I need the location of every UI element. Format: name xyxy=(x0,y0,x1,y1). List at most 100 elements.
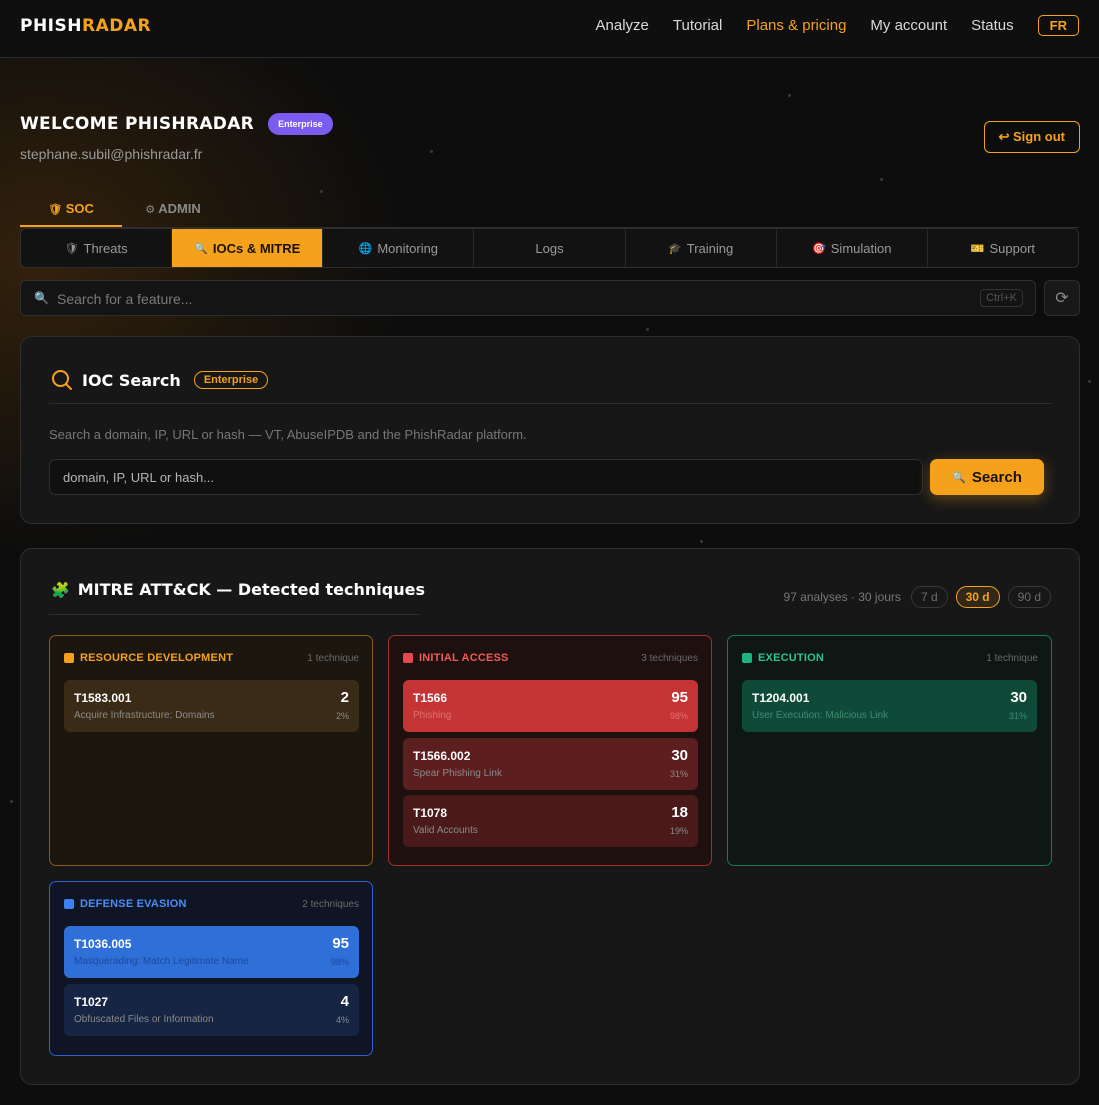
technique-count: 2 xyxy=(340,689,349,706)
technique-percent: 98% xyxy=(330,957,349,967)
technique-card[interactable]: T1583.001 Acquire Infrastructure: Domain… xyxy=(64,680,359,732)
nav-tutorial[interactable]: Tutorial xyxy=(673,17,722,34)
technique-card[interactable]: T1566.002 Spear Phishing Link 30 31% xyxy=(403,738,698,790)
nav-plans-pricing[interactable]: Plans & pricing xyxy=(746,17,846,34)
technique-percent: 98% xyxy=(669,711,688,721)
sign-out-button[interactable]: ↩ Sign out xyxy=(983,121,1080,153)
logo-text-phish: PHISH xyxy=(20,16,82,36)
technique-count: 30 xyxy=(671,747,688,764)
tactic-name: EXECUTION xyxy=(758,652,824,664)
subtab-simulation[interactable]: 🎯 Simulation xyxy=(777,229,928,267)
tactic-header: RESOURCE DEVELOPMENT 1 technique xyxy=(64,652,359,664)
period-30d-button[interactable]: 30 d xyxy=(955,586,1000,608)
tactic-header: EXECUTION 1 technique xyxy=(742,652,1038,664)
ioc-search-button[interactable]: 🔍 Search xyxy=(930,459,1044,495)
logo[interactable]: PHISHRADAR xyxy=(20,16,151,36)
subtab-threats[interactable]: 🛡 Threats xyxy=(21,229,173,267)
tactic-count: 2 techniques xyxy=(302,898,359,910)
gear-icon: ⚙ xyxy=(145,204,156,216)
technique-id: T1566.002 xyxy=(413,749,471,763)
enterprise-badge: Enterprise xyxy=(193,371,269,389)
ioc-search-card: IOC Search Enterprise Search a domain, I… xyxy=(20,336,1080,524)
subtab-simulation-label: Simulation xyxy=(830,240,892,256)
technique-card[interactable]: T1078 Valid Accounts 18 19% xyxy=(403,795,698,847)
search-icon xyxy=(52,370,72,390)
feature-search-input[interactable] xyxy=(57,289,957,309)
technique-id: T1204.001 xyxy=(752,691,810,705)
shield-icon: 🛡 xyxy=(64,242,79,255)
subtab-monitoring-label: Monitoring xyxy=(377,240,439,256)
search-icon: 🔍 xyxy=(34,291,49,305)
tactic-resource-development: RESOURCE DEVELOPMENT 1 technique T1583.0… xyxy=(49,635,373,866)
subtab-support[interactable]: 🎫 Support xyxy=(928,229,1078,267)
top-navigation-bar: PHISHRADAR Analyze Tutorial Plans & pric… xyxy=(0,0,1099,58)
tactic-count: 1 technique xyxy=(307,652,359,664)
tactic-name: RESOURCE DEVELOPMENT xyxy=(80,652,234,664)
logo-text-radar: RADAR xyxy=(81,16,152,36)
technique-name: Masquerading: Match Legitimate Name xyxy=(74,956,249,967)
technique-percent: 4% xyxy=(335,1015,349,1025)
ticket-icon: 🎫 xyxy=(970,242,985,255)
technique-percent: 2% xyxy=(335,711,349,721)
technique-card[interactable]: T1036.005 Masquerading: Match Legitimate… xyxy=(64,926,359,978)
technique-card[interactable]: T1566 Phishing 95 98% xyxy=(403,680,698,732)
technique-card[interactable]: T1204.001 User Execution: Malicious Link… xyxy=(742,680,1037,732)
technique-id: T1036.005 xyxy=(74,937,132,951)
technique-percent: 31% xyxy=(669,769,688,779)
tactic-color-square xyxy=(64,653,74,663)
main-nav: Analyze Tutorial Plans & pricing My acco… xyxy=(596,15,1079,36)
nav-my-account[interactable]: My account xyxy=(870,17,947,34)
technique-id: T1027 xyxy=(74,995,109,1009)
ioc-search-input[interactable] xyxy=(49,459,923,495)
background-dot xyxy=(880,178,883,181)
ioc-search-button-label: Search xyxy=(971,468,1022,486)
refresh-icon: ⟳ xyxy=(1055,290,1069,307)
nav-analyze[interactable]: Analyze xyxy=(596,17,649,34)
sub-tabs: 🛡 Threats 🔍 IOCs & MITRE 🌐 Monitoring Lo… xyxy=(20,228,1079,268)
puzzle-icon: 🧩 xyxy=(51,581,70,599)
technique-name: Acquire Infrastructure: Domains xyxy=(74,710,215,721)
magnifier-icon: 🔍 xyxy=(194,242,208,255)
nav-status[interactable]: Status xyxy=(971,17,1014,34)
technique-name: Phishing xyxy=(413,710,452,721)
tab-soc-label: SOC xyxy=(65,201,94,216)
analyses-stat: 97 analyses · 30 jours xyxy=(783,590,901,604)
tab-soc[interactable]: 🛡 SOC xyxy=(20,196,122,227)
language-toggle[interactable]: FR xyxy=(1037,15,1079,36)
technique-percent: 19% xyxy=(669,826,688,836)
tactic-defense-evasion: DEFENSE EVASION 2 techniques T1036.005 M… xyxy=(49,881,373,1056)
tactic-color-square xyxy=(742,653,752,663)
keyboard-shortcut-hint: Ctrl+K xyxy=(980,289,1023,307)
mitre-header: 🧩 MITRE ATT&CK — Detected techniques xyxy=(51,580,425,599)
subtab-monitoring[interactable]: 🌐 Monitoring xyxy=(323,229,475,267)
subtab-support-label: Support xyxy=(989,240,1036,256)
technique-name: Valid Accounts xyxy=(413,825,478,836)
subtab-iocs-mitre[interactable]: 🔍 IOCs & MITRE xyxy=(172,229,324,267)
background-dot xyxy=(320,190,323,193)
background-dot xyxy=(1088,380,1091,383)
mitre-attack-card: 🧩 MITRE ATT&CK — Detected techniques 97 … xyxy=(20,548,1080,1085)
subtab-training[interactable]: 🎓 Training xyxy=(626,229,777,267)
divider xyxy=(49,403,1051,404)
technique-count: 95 xyxy=(671,689,688,706)
technique-id: T1583.001 xyxy=(74,691,132,705)
background-dot xyxy=(10,800,13,803)
period-7d-button[interactable]: 7 d xyxy=(910,586,948,608)
magnifier-icon: 🔍 xyxy=(952,471,966,484)
tactic-initial-access: INITIAL ACCESS 3 techniques T1566 Phishi… xyxy=(388,635,712,866)
tactic-header: INITIAL ACCESS 3 techniques xyxy=(403,652,698,664)
subtab-logs[interactable]: Logs xyxy=(474,229,626,267)
technique-name: User Execution: Malicious Link xyxy=(752,710,889,721)
ioc-search-header: IOC Search Enterprise xyxy=(51,369,269,391)
refresh-button[interactable]: ⟳ xyxy=(1044,280,1080,316)
mitre-title: MITRE ATT&CK — Detected techniques xyxy=(77,580,425,599)
technique-id: T1566 xyxy=(413,691,448,705)
welcome-heading: WELCOME PHISHRADAR Enterprise xyxy=(20,113,333,135)
shield-icon: 🛡 xyxy=(48,204,63,216)
technique-card[interactable]: T1027 Obfuscated Files or Information 4 … xyxy=(64,984,359,1036)
tactic-name: DEFENSE EVASION xyxy=(80,898,187,910)
tab-admin[interactable]: ⚙ ADMIN xyxy=(122,196,224,227)
tactic-color-square xyxy=(403,653,413,663)
subtab-training-label: Training xyxy=(686,240,734,256)
period-90d-button[interactable]: 90 d xyxy=(1007,586,1051,608)
